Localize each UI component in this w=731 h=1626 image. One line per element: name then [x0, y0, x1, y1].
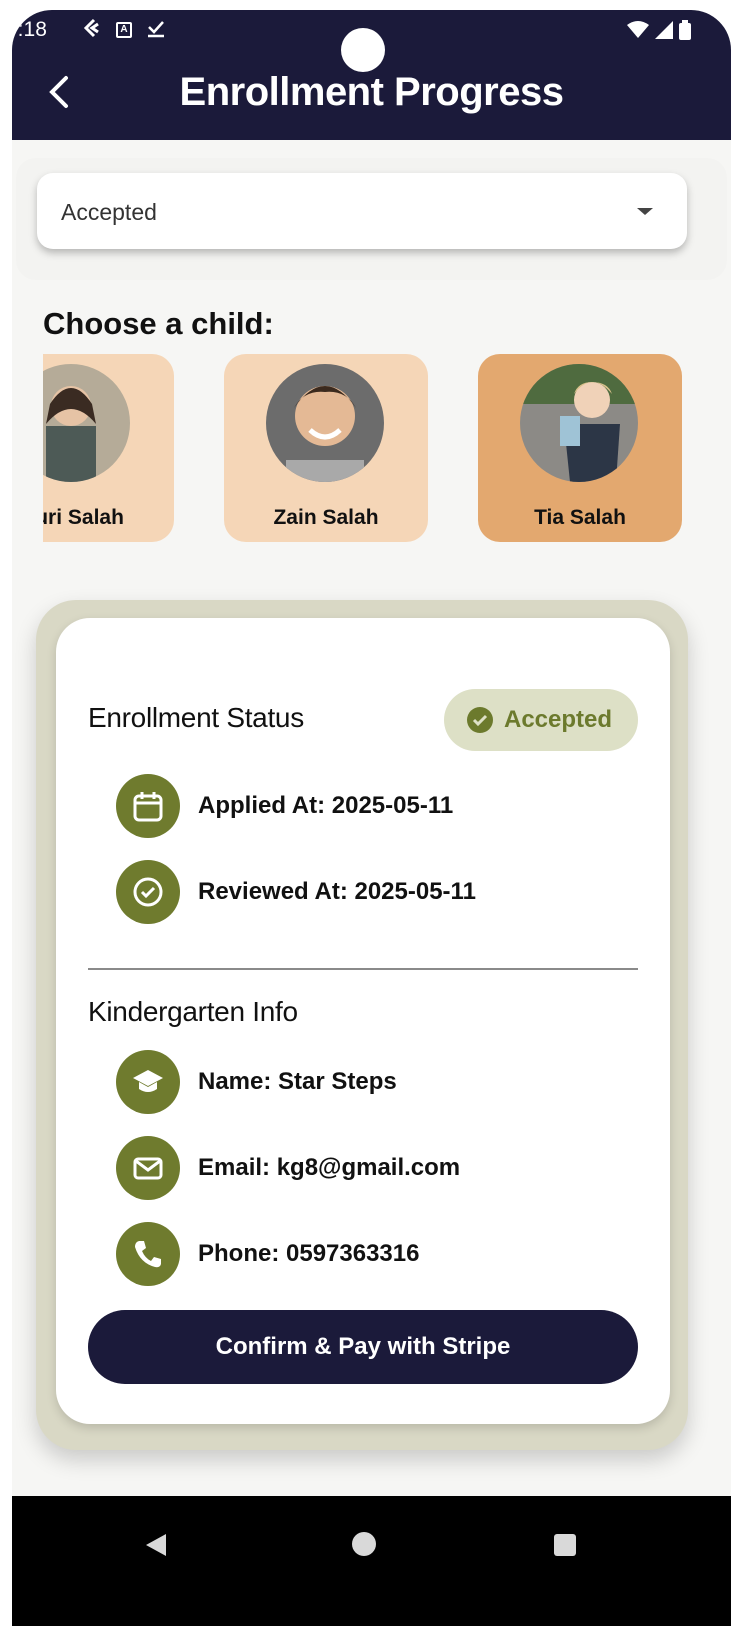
kindergarten-email-row: Email: kg8@gmail.com [116, 1136, 460, 1200]
status-badge: Accepted [444, 689, 638, 751]
kindergarten-email-text: Email: kg8@gmail.com [198, 1154, 461, 1181]
enrollment-card: Enrollment Status Accepted Applied At: 2… [56, 618, 670, 1424]
check-circle-icon [467, 707, 493, 733]
battery-icon [679, 20, 691, 45]
phone-icon [116, 1222, 180, 1286]
cell-signal-icon [655, 21, 673, 44]
status-notification-icons: A [82, 18, 166, 44]
page-title: Enrollment Progress [179, 70, 564, 114]
kindergarten-phone-row: Phone: 0597363316 [116, 1222, 419, 1286]
reviewed-at-row: Reviewed At: 2025-05-11 [116, 860, 476, 924]
app-screen: 7:18 A Enrollment Progress [12, 10, 731, 1626]
calendar-icon [116, 774, 180, 838]
child-name: Tia Salah [534, 506, 626, 529]
child-avatar [520, 364, 638, 482]
status-filter-value: Accepted [61, 199, 157, 225]
system-nav-bar [12, 1496, 731, 1626]
signal-arrow-icon [82, 18, 102, 44]
nav-recents-icon[interactable] [554, 1534, 576, 1556]
child-card-tia[interactable]: Tia Salah [478, 354, 682, 542]
notification-a-icon: A [116, 22, 132, 38]
child-card-zain[interactable]: Zain Salah [224, 354, 428, 542]
child-card-nuri[interactable]: Nuri Salah [43, 354, 174, 542]
wifi-icon [627, 21, 649, 44]
confirm-pay-button[interactable]: Confirm & Pay with Stripe [88, 1310, 638, 1384]
enrollment-status-title: Enrollment Status [88, 702, 304, 733]
app-header: 7:18 A Enrollment Progress [12, 10, 731, 140]
section-divider [88, 968, 638, 970]
mail-icon [116, 1136, 180, 1200]
caret-down-icon [637, 208, 653, 215]
status-system-icons [627, 20, 691, 45]
kindergarten-info-title: Kindergarten Info [88, 996, 298, 1027]
kindergarten-phone-text: Phone: 0597363316 [198, 1240, 420, 1267]
child-selector: Nuri Salah Zain Salah Tia Salah [43, 354, 693, 554]
nav-back-icon[interactable] [146, 1534, 166, 1556]
reviewed-at-text: Reviewed At: 2025-05-11 [198, 878, 476, 905]
nav-home-icon[interactable] [352, 1532, 376, 1556]
choose-child-heading: Choose a child: [43, 306, 274, 341]
child-name: Nuri Salah [43, 506, 124, 529]
camera-cutout [341, 28, 385, 72]
kindergarten-name-text: Name: Star Steps [198, 1068, 397, 1095]
download-done-icon [146, 18, 166, 44]
applied-at-row: Applied At: 2025-05-11 [116, 774, 453, 838]
kindergarten-name-row: Name: Star Steps [116, 1050, 397, 1114]
child-name: Zain Salah [273, 506, 379, 529]
status-badge-label: Accepted [504, 706, 613, 733]
child-avatar [266, 364, 384, 482]
status-filter-dropdown[interactable]: Accepted [37, 173, 687, 249]
status-time: 7:18 [12, 18, 47, 41]
graduation-cap-icon [116, 1050, 180, 1114]
applied-at-text: Applied At: 2025-05-11 [198, 792, 454, 819]
check-circle-outline-icon [116, 860, 180, 924]
child-avatar [43, 364, 130, 482]
